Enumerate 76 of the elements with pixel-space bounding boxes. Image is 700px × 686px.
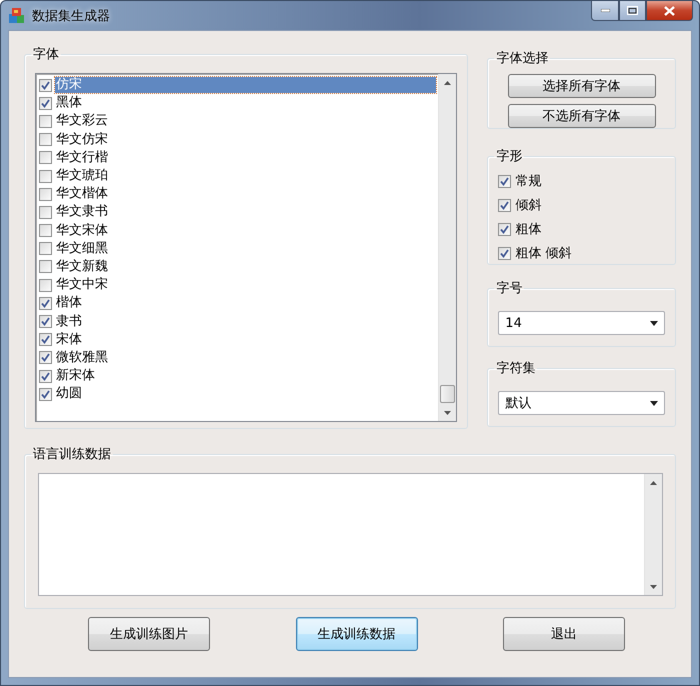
list-item[interactable]: 华文隶书 (55, 204, 436, 220)
checkbox-label: 粗体 倾斜 (515, 245, 572, 262)
maximize-icon (627, 6, 638, 15)
group-title: 语言训练数据 (32, 446, 112, 463)
checkbox[interactable] (498, 246, 512, 260)
checkbox[interactable] (39, 151, 52, 164)
scrollbar[interactable] (644, 474, 662, 595)
dropdown[interactable]: 默认 (498, 391, 665, 415)
close-icon (664, 6, 675, 16)
list-item[interactable]: 隶书 (55, 314, 436, 330)
select-button[interactable]: 选择所有字体 (508, 74, 656, 98)
down-arrow-icon (444, 410, 452, 414)
dropdown-arrow-icon (650, 400, 658, 406)
checkbox[interactable] (39, 170, 52, 183)
group-title: 字号 (495, 280, 524, 297)
checkbox-label: 常规 (515, 173, 542, 190)
list-item[interactable]: 华文楷体 (55, 186, 436, 202)
list-item[interactable]: 华文中宋 (55, 277, 436, 294)
list-item[interactable]: 楷体 (55, 295, 436, 312)
list-item[interactable]: 华文彩云 (55, 113, 436, 130)
checkbox[interactable] (39, 78, 52, 92)
scrollbar[interactable] (438, 74, 456, 421)
checkbox[interactable] (498, 198, 512, 212)
checkbox-label: 粗体 (515, 221, 542, 238)
up-arrow-icon (444, 80, 452, 84)
group-title: 字体选择 (495, 50, 550, 67)
checkbox[interactable] (39, 133, 52, 146)
checkbox[interactable] (39, 388, 52, 401)
dropdown-arrow-icon (650, 320, 658, 326)
group-title: 字体 (32, 46, 60, 63)
checkbox[interactable] (39, 296, 52, 310)
group-title: 字符集 (495, 360, 536, 377)
checkbox[interactable] (39, 260, 52, 274)
checkbox[interactable] (39, 351, 52, 364)
list-item[interactable]: 仿宋 (55, 77, 436, 94)
window-title: 数据集生成器 (32, 8, 111, 24)
checkbox[interactable] (39, 114, 52, 128)
checkbox[interactable] (39, 188, 52, 201)
list-item[interactable]: 新宋体 (55, 368, 436, 384)
close-button[interactable] (646, 1, 693, 21)
dropdown-value: 默认 (505, 395, 532, 412)
list-item[interactable]: 华文宋体 (55, 222, 436, 239)
scrollbar-thumb[interactable] (440, 385, 456, 403)
list-item[interactable]: 幼圆 (55, 386, 436, 402)
group-title: 字形 (495, 148, 524, 165)
checkbox[interactable] (39, 370, 52, 383)
checkbox[interactable] (39, 242, 52, 256)
checkbox[interactable] (39, 333, 52, 346)
checkbox[interactable] (498, 222, 512, 236)
maximize-button[interactable] (619, 1, 646, 21)
list-item[interactable]: 华文行楷 (55, 150, 436, 166)
action-button[interactable]: 退出 (503, 617, 625, 651)
checkbox[interactable] (39, 278, 52, 292)
list-item[interactable]: 华文新魏 (55, 258, 436, 275)
checkbox[interactable] (39, 96, 52, 110)
list-item[interactable]: 黑体 (55, 95, 436, 112)
app-icon (8, 6, 26, 24)
checkbox-label: 倾斜 (515, 197, 542, 214)
minimize-button[interactable] (591, 1, 619, 21)
checkbox[interactable] (498, 174, 512, 188)
action-button[interactable]: 生成训练图片 (88, 617, 210, 651)
list-item[interactable]: 宋体 (55, 332, 436, 348)
checkbox[interactable] (39, 224, 52, 238)
action-button[interactable]: 生成训练数据 (296, 617, 418, 651)
select-button[interactable]: 不选所有字体 (508, 104, 656, 128)
up-arrow-icon (650, 480, 657, 484)
dropdown[interactable]: 14 (498, 311, 665, 335)
list-item[interactable]: 华文细黑 (55, 240, 436, 257)
checkbox[interactable] (39, 206, 52, 219)
checkbox[interactable] (39, 315, 52, 328)
list-item[interactable]: 华文琥珀 (55, 168, 436, 184)
down-arrow-icon (650, 584, 657, 588)
dropdown-value: 14 (505, 316, 523, 330)
list-item[interactable]: 微软雅黑 (55, 350, 436, 366)
minimize-icon (600, 9, 610, 12)
list-item[interactable]: 华文仿宋 (55, 132, 436, 148)
